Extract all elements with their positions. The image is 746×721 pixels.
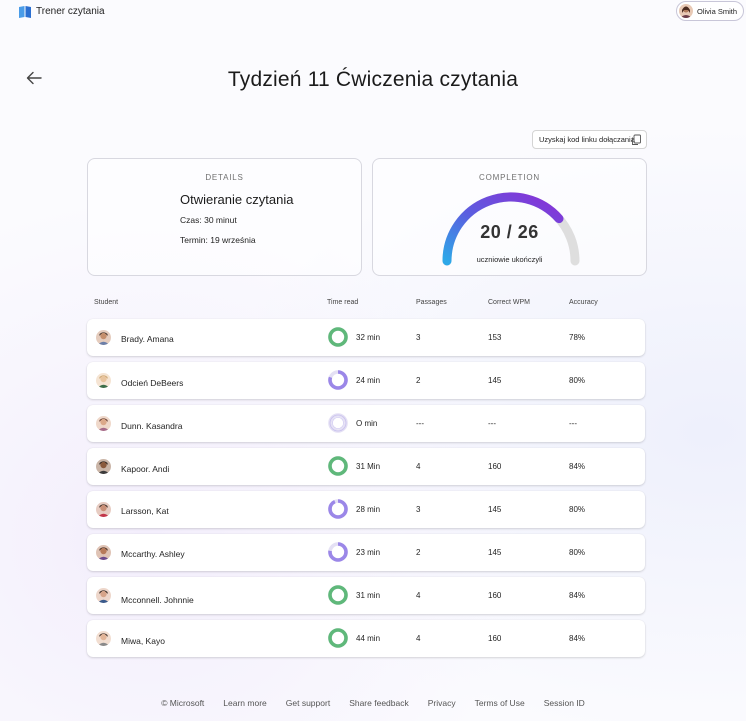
passages-value: --- [416, 419, 424, 428]
footer-session-id-link[interactable]: Session ID [544, 698, 585, 708]
completion-caption: uczniowie ukończyli [476, 255, 543, 264]
header-correct-wpm[interactable]: Correct WPM [488, 299, 530, 306]
time-read-value: 32 min [356, 333, 381, 342]
details-card: DETAILS Otwieranie czytania Czas: 30 min… [87, 158, 362, 276]
correct-wpm-value: 160 [488, 591, 502, 600]
accuracy-value: --- [569, 419, 577, 428]
accuracy-value: 78% [569, 333, 586, 342]
footer-terms-link[interactable]: Terms of Use [475, 698, 525, 708]
student-name[interactable]: Odcień DeBeers [121, 378, 183, 388]
user-name: Olivia Smith [696, 6, 737, 16]
correct-wpm-value: 145 [488, 548, 502, 557]
header-time-read[interactable]: Time read [327, 299, 358, 306]
assignment-title: Otwieranie czytania [180, 192, 294, 207]
time-progress-ring [328, 585, 348, 605]
avatar [96, 588, 111, 603]
details-label: DETAILS [205, 173, 244, 182]
table-row[interactable]: Dunn. Kasandra O min --- --- --- [87, 405, 645, 442]
correct-wpm-value: 145 [488, 505, 502, 514]
avatar [96, 416, 111, 431]
avatar [96, 330, 111, 345]
passages-value: 4 [416, 634, 421, 643]
completion-count: 20 / 26 [480, 222, 539, 242]
time-progress-ring [328, 499, 348, 519]
student-name[interactable]: Mcconnell. Johnnie [121, 595, 194, 605]
passages-value: 2 [416, 548, 421, 557]
time-read-value: 31 min [356, 591, 381, 600]
accuracy-value: 84% [569, 462, 586, 471]
table-row[interactable]: Kapoor. Andi 31 Min 4 160 84% [87, 448, 645, 485]
footer-share-feedback-link[interactable]: Share feedback [349, 698, 409, 708]
time-read-value: 23 min [356, 548, 381, 557]
student-name[interactable]: Brady. Amana [121, 334, 174, 344]
footer-get-support-link[interactable]: Get support [286, 698, 330, 708]
completion-card: COMPLETION 20 / 26 uczniowie ukończyli [372, 158, 647, 276]
correct-wpm-value: 160 [488, 634, 502, 643]
time-progress-ring [328, 327, 348, 347]
table-row[interactable]: Miwa, Kayo 44 min 4 160 84% [87, 620, 645, 657]
due-date-text: Termin: 19 września [180, 235, 256, 245]
header-accuracy[interactable]: Accuracy [569, 299, 598, 306]
table-row[interactable]: Larsson, Kat 28 min 3 145 80% [87, 491, 645, 528]
footer-learn-more-link[interactable]: Learn more [223, 698, 266, 708]
passages-value: 4 [416, 591, 421, 600]
correct-wpm-value: 153 [488, 333, 502, 342]
avatar [96, 373, 111, 388]
student-name[interactable]: Dunn. Kasandra [121, 421, 182, 431]
get-join-link-button[interactable]: Uzyskaj kod linku dołączania [532, 130, 647, 149]
accuracy-value: 80% [569, 505, 586, 514]
passages-value: 4 [416, 462, 421, 471]
time-read-value: O min [356, 419, 378, 428]
avatar [96, 545, 111, 560]
correct-wpm-value: 145 [488, 376, 502, 385]
student-name[interactable]: Mccarthy. Ashley [121, 549, 185, 559]
student-name[interactable]: Miwa, Kayo [121, 636, 165, 646]
copy-icon [632, 134, 641, 145]
time-progress-ring [328, 456, 348, 476]
correct-wpm-value: 160 [488, 462, 502, 471]
page-title: Tydzień 11 Ćwiczenia czytania [227, 68, 519, 91]
completion-label: COMPLETION [479, 173, 540, 182]
footer-privacy-link[interactable]: Privacy [428, 698, 456, 708]
accuracy-value: 84% [569, 591, 586, 600]
user-profile-button[interactable]: Olivia Smith [675, 1, 744, 21]
top-bar: Trener czytania Olivia Smith [0, 0, 746, 26]
table-header: Student Time read Passages Correct WPM A… [87, 292, 647, 314]
accuracy-value: 84% [569, 634, 586, 643]
correct-wpm-value: --- [488, 419, 496, 428]
passages-value: 3 [416, 333, 421, 342]
time-read-value: 44 min [356, 634, 381, 643]
duration-text: Czas: 30 minut [180, 215, 237, 225]
time-read-value: 28 min [356, 505, 381, 514]
time-read-value: 31 Min [356, 462, 381, 471]
time-progress-ring [328, 628, 348, 648]
time-read-value: 24 min [356, 376, 381, 385]
avatar [96, 502, 111, 517]
table-row[interactable]: Mccarthy. Ashley 23 min 2 145 80% [87, 534, 645, 571]
time-progress-ring [328, 413, 348, 433]
reading-coach-logo-icon [19, 6, 31, 18]
student-name[interactable]: Larsson, Kat [121, 506, 169, 516]
table-row[interactable]: Mcconnell. Johnnie 31 min 4 160 84% [87, 577, 645, 614]
header-student[interactable]: Student [94, 299, 118, 306]
table-row[interactable]: Odcień DeBeers 24 min 2 145 80% [87, 362, 645, 399]
app-title: Trener czytania [36, 6, 105, 17]
table-row[interactable]: Brady. Amana 32 min 3 153 78% [87, 319, 645, 356]
passages-value: 2 [416, 376, 421, 385]
avatar [678, 4, 693, 18]
passages-value: 3 [416, 505, 421, 514]
time-progress-ring [328, 542, 348, 562]
accuracy-value: 80% [569, 548, 586, 557]
header-passages[interactable]: Passages [416, 299, 447, 306]
accuracy-value: 80% [569, 376, 586, 385]
avatar [96, 631, 111, 646]
time-progress-ring [328, 370, 348, 390]
footer-copyright: © Microsoft [161, 698, 205, 708]
student-name[interactable]: Kapoor. Andi [121, 464, 169, 474]
footer: © Microsoft Learn more Get support Share… [0, 698, 746, 708]
avatar [96, 459, 111, 474]
join-button-label: Uzyskaj kod linku dołączania [539, 135, 635, 144]
